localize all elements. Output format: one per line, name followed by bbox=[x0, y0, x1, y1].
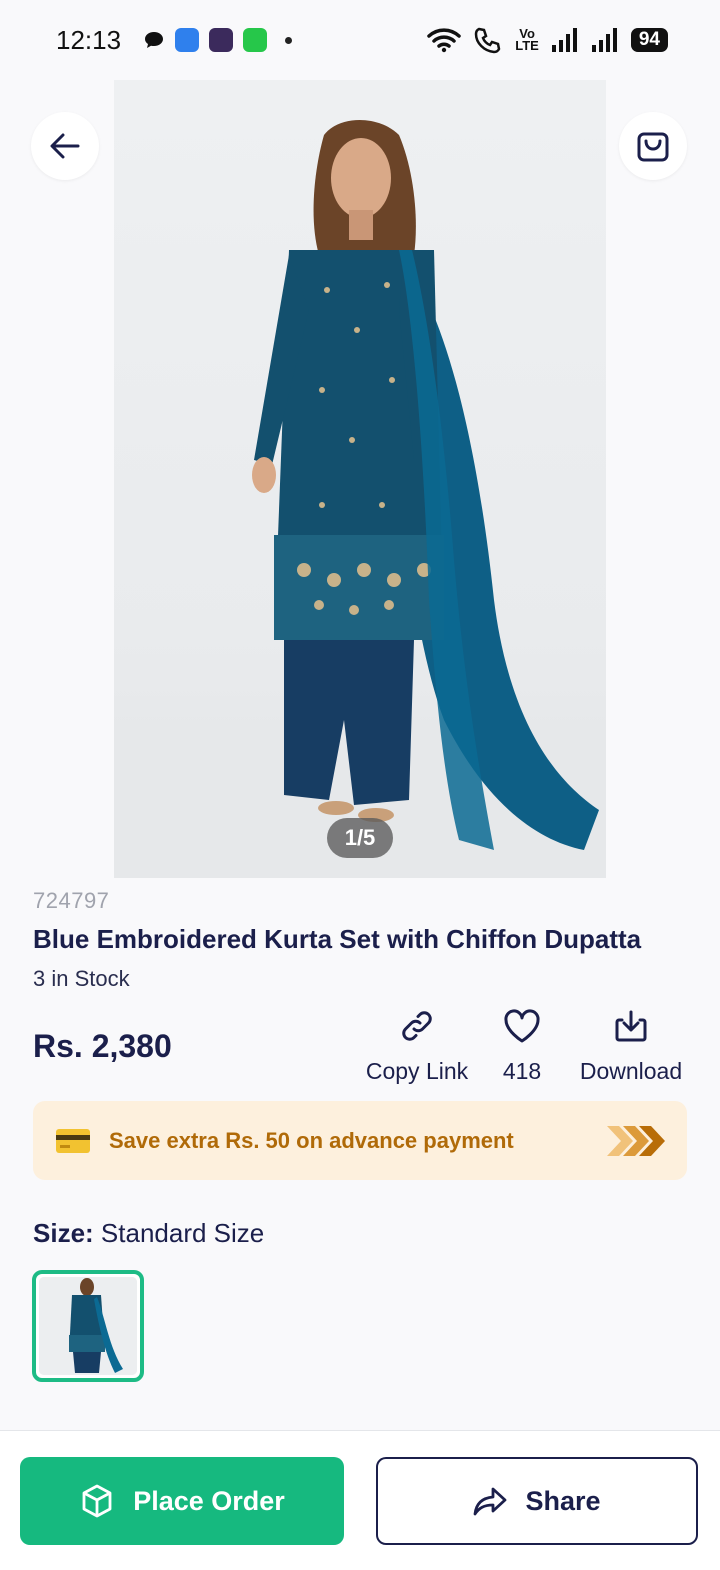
size-option-thumbnail[interactable] bbox=[32, 1270, 144, 1382]
battery-level: 94 bbox=[630, 28, 668, 52]
share-label: Share bbox=[525, 1485, 601, 1516]
copy-link-button[interactable]: Copy Link bbox=[362, 1008, 472, 1085]
signal-icon-2 bbox=[591, 28, 617, 52]
image-counter: 1/5 bbox=[327, 818, 393, 858]
status-bar: 12:13 Vo LTE 94 bbox=[0, 0, 720, 80]
like-count: 418 bbox=[502, 1058, 542, 1084]
chevrons-right-icon bbox=[607, 1125, 665, 1156]
download-label: Download bbox=[579, 1058, 683, 1084]
stock-status: 3 in Stock bbox=[33, 966, 130, 991]
size-selector-label: Size: Standard Size bbox=[33, 1218, 264, 1249]
like-button[interactable]: 418 bbox=[492, 1008, 552, 1085]
product-illustration bbox=[114, 120, 606, 878]
app-calendar-icon bbox=[209, 28, 234, 52]
promo-text: Save extra Rs. 50 on advance payment bbox=[109, 1127, 514, 1153]
copy-link-label: Copy Link bbox=[365, 1058, 469, 1084]
cart-button[interactable] bbox=[619, 112, 687, 180]
arrow-left-icon bbox=[50, 133, 80, 159]
back-button[interactable] bbox=[31, 112, 99, 180]
product-price: Rs. 2,380 bbox=[33, 1028, 172, 1064]
status-right: Vo LTE 94 bbox=[427, 26, 668, 54]
chat-bubble-icon bbox=[145, 32, 164, 48]
signal-icon bbox=[551, 28, 577, 52]
call-icon bbox=[475, 27, 501, 54]
app-green-icon bbox=[243, 28, 268, 52]
download-icon bbox=[615, 1010, 647, 1042]
bottom-action-bar: Place Order Share bbox=[0, 1430, 720, 1570]
status-time: 12:13 bbox=[56, 24, 122, 55]
thumbnail-image bbox=[39, 1277, 137, 1375]
share-button[interactable]: Share bbox=[376, 1457, 698, 1545]
size-label: Size: bbox=[33, 1218, 94, 1248]
shopping-bag-icon bbox=[637, 132, 669, 162]
status-left: 12:13 bbox=[56, 24, 293, 56]
box-icon bbox=[82, 1484, 112, 1518]
credit-card-icon bbox=[56, 1128, 90, 1153]
wifi-icon bbox=[427, 28, 462, 53]
place-order-label: Place Order bbox=[133, 1485, 285, 1516]
product-image[interactable] bbox=[114, 80, 606, 878]
download-button[interactable]: Download bbox=[572, 1008, 690, 1085]
share-arrow-icon bbox=[474, 1487, 507, 1516]
product-sku: 724797 bbox=[33, 888, 110, 913]
advance-payment-banner[interactable]: Save extra Rs. 50 on advance payment bbox=[33, 1101, 687, 1180]
heart-icon bbox=[504, 1009, 540, 1043]
size-value: Standard Size bbox=[100, 1218, 265, 1248]
link-icon bbox=[402, 1011, 432, 1041]
place-order-button[interactable]: Place Order bbox=[20, 1457, 344, 1545]
app-blue-icon bbox=[175, 28, 200, 52]
notification-dot bbox=[285, 36, 293, 44]
product-title: Blue Embroidered Kurta Set with Chiffon … bbox=[33, 924, 642, 954]
network-type-label: Vo LTE bbox=[515, 26, 539, 53]
